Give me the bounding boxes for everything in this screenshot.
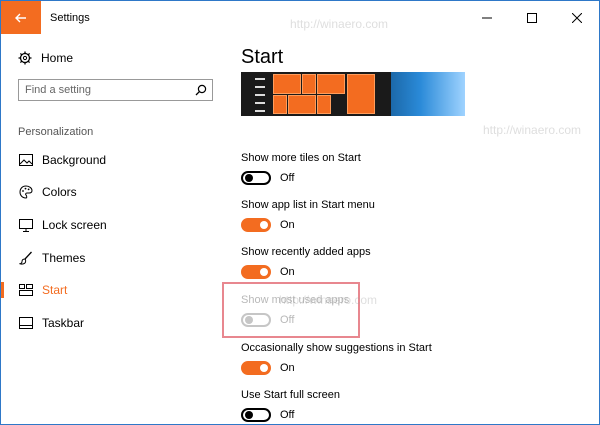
main-content: Start Show more tiles on Start Off Show … bbox=[226, 34, 599, 424]
setting-app-list: Show app list in Start menu On bbox=[241, 199, 375, 232]
toggle-state: Off bbox=[280, 172, 295, 184]
preview-tile bbox=[288, 95, 316, 114]
setting-label: Show app list in Start menu bbox=[241, 199, 375, 211]
taskbar-icon bbox=[18, 316, 34, 330]
window-title: Settings bbox=[50, 12, 90, 24]
sidebar-item-themes[interactable]: Themes bbox=[1, 243, 226, 273]
preview-tile bbox=[317, 74, 345, 94]
close-button[interactable] bbox=[554, 1, 599, 34]
minimize-button[interactable] bbox=[464, 1, 509, 34]
preview-line bbox=[255, 78, 265, 80]
close-icon bbox=[571, 12, 582, 23]
home-link[interactable]: Home bbox=[18, 49, 73, 67]
sidebar-item-label: Colors bbox=[42, 185, 77, 199]
toggle-knob bbox=[260, 221, 268, 229]
setting-label: Show recently added apps bbox=[241, 246, 371, 258]
sidebar-item-background[interactable]: Background bbox=[1, 145, 226, 175]
section-label: Personalization bbox=[18, 126, 94, 138]
sidebar: Home Personalization Background Colors bbox=[1, 34, 226, 424]
maximize-button[interactable] bbox=[509, 1, 554, 34]
search-icon[interactable] bbox=[190, 80, 212, 100]
preview-line bbox=[255, 86, 265, 88]
setting-label: Use Start full screen bbox=[241, 389, 341, 401]
toggle-knob bbox=[260, 364, 268, 372]
watermark-text: http://winaero.com bbox=[290, 17, 389, 31]
toggle-knob bbox=[245, 174, 253, 182]
toggle-switch[interactable] bbox=[241, 171, 271, 185]
monitor-icon bbox=[18, 218, 34, 232]
sidebar-item-colors[interactable]: Colors bbox=[1, 177, 226, 207]
toggle-knob bbox=[260, 268, 268, 276]
watermark-text: http://winaero.com bbox=[483, 123, 582, 137]
sidebar-item-start[interactable]: Start bbox=[1, 275, 226, 305]
setting-full-screen: Use Start full screen Off bbox=[241, 389, 340, 422]
setting-recently-added: Show recently added apps On bbox=[241, 246, 371, 279]
toggle-state: On bbox=[280, 219, 295, 231]
sidebar-item-label: Taskbar bbox=[42, 316, 85, 330]
preview-tile bbox=[347, 74, 375, 114]
setting-suggestions: Occasionally show suggestions in Start O… bbox=[241, 342, 432, 375]
home-label: Home bbox=[41, 51, 74, 65]
start-grid-icon bbox=[18, 283, 34, 297]
sidebar-item-label: Themes bbox=[42, 251, 86, 265]
start-preview-image bbox=[241, 72, 465, 116]
toggle-knob bbox=[245, 411, 253, 419]
toggle-switch[interactable] bbox=[241, 408, 271, 422]
brush-icon bbox=[18, 251, 34, 265]
search-input[interactable] bbox=[19, 81, 190, 99]
watermark-text: http://winaero.com bbox=[279, 293, 378, 307]
preview-tile bbox=[273, 74, 301, 94]
toggle-state: On bbox=[280, 266, 295, 278]
preview-tile bbox=[317, 95, 331, 114]
gear-icon bbox=[18, 51, 32, 65]
highlight-annotation bbox=[222, 282, 360, 338]
search-box bbox=[18, 79, 213, 101]
back-arrow-icon bbox=[15, 13, 26, 22]
preview-tile bbox=[273, 95, 287, 114]
back-button[interactable] bbox=[1, 1, 41, 34]
palette-icon bbox=[18, 185, 34, 199]
settings-window: Settings Home Personalization bbox=[0, 0, 600, 425]
toggle-switch[interactable] bbox=[241, 218, 271, 232]
setting-label: Show more tiles on Start bbox=[241, 152, 361, 164]
sidebar-item-label: Background bbox=[42, 153, 107, 167]
maximize-icon bbox=[526, 12, 537, 23]
sidebar-item-lock-screen[interactable]: Lock screen bbox=[1, 210, 226, 240]
sidebar-item-label: Start bbox=[42, 283, 68, 297]
preview-line bbox=[255, 102, 265, 104]
toggle-state: On bbox=[280, 362, 295, 374]
sidebar-item-taskbar[interactable]: Taskbar bbox=[1, 308, 226, 338]
toggle-switch[interactable] bbox=[241, 361, 271, 375]
toggle-switch[interactable] bbox=[241, 265, 271, 279]
page-title: Start bbox=[241, 46, 284, 68]
sidebar-item-label: Lock screen bbox=[42, 218, 107, 232]
picture-icon bbox=[18, 153, 34, 167]
preview-line bbox=[255, 94, 265, 96]
preview-line bbox=[255, 110, 265, 112]
setting-more-tiles: Show more tiles on Start Off bbox=[241, 152, 361, 185]
toggle-state: Off bbox=[280, 409, 295, 421]
minimize-icon bbox=[481, 17, 492, 18]
active-indicator bbox=[1, 282, 4, 298]
preview-tile bbox=[302, 74, 316, 94]
setting-label: Occasionally show suggestions in Start bbox=[241, 342, 432, 354]
